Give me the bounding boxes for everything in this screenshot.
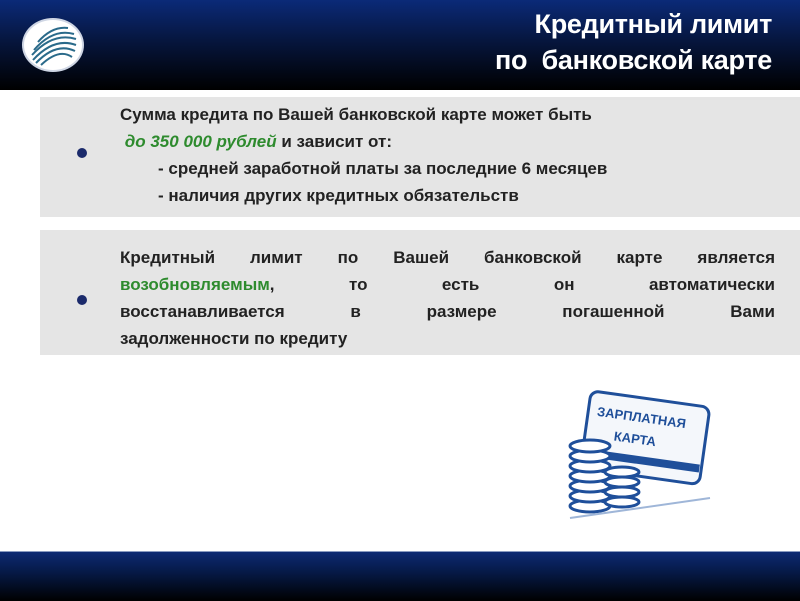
text-line: задолженности по кредиту (120, 329, 348, 348)
footer-bar (0, 551, 800, 601)
list-item: - средней заработной платы за последние … (158, 159, 608, 178)
header-bar: Кредитный лимит по банковской карте (0, 0, 800, 90)
bank-logo-icon (22, 18, 84, 72)
bullet-icon (77, 295, 87, 305)
block-text: Кредитный лимит по Вашей банковской карт… (120, 244, 775, 352)
page-title: Кредитный лимит по банковской карте (495, 6, 772, 78)
text-line: возобновляемым, то есть он автоматически (120, 271, 775, 298)
title-line: по банковской карте (494, 45, 772, 75)
text-fragment: и зависит от: (276, 132, 393, 151)
bullet-icon (77, 148, 87, 158)
text-line: Сумма кредита по Вашей банковской карте … (120, 105, 592, 124)
text-fragment: , то есть он автоматически (269, 275, 775, 294)
block-text: Сумма кредита по Вашей банковской карте … (120, 101, 760, 209)
credit-amount: до 350 000 рублей (124, 132, 277, 151)
text-line: восстанавливается в размере погашенной В… (120, 302, 775, 321)
highlight-term: возобновляемым (120, 275, 270, 294)
list-item: - наличия других кредитных обязательств (158, 186, 519, 205)
text-line: до 350 000 рублей и зависит от: (120, 128, 760, 155)
title-line: Кредитный лимит (534, 9, 773, 39)
info-block-credit-amount: Сумма кредита по Вашей банковской карте … (40, 97, 800, 217)
salary-card-illustration: ЗАРПЛАТНАЯ КАРТА (530, 378, 740, 528)
info-block-revolving-limit: Кредитный лимит по Вашей банковской карт… (40, 230, 800, 355)
text-line: Кредитный лимит по Вашей банковской карт… (120, 248, 775, 267)
